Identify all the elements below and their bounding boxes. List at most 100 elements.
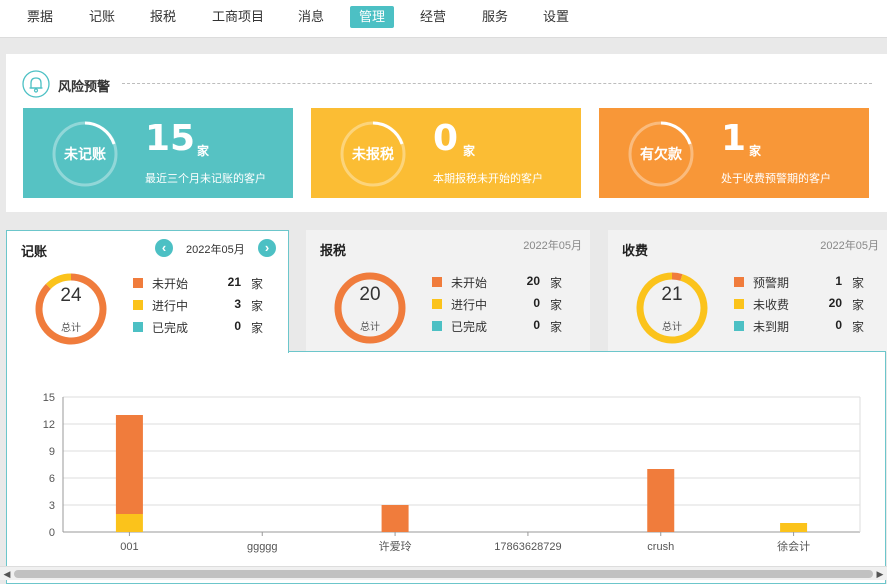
legend-row: 未到期 0 家	[734, 318, 884, 334]
legend-value: 20	[526, 274, 540, 288]
legend-swatch	[133, 300, 143, 310]
risk-warning-title: 风险预警	[58, 79, 111, 94]
legend-swatch	[432, 277, 442, 287]
x-tick-label: 001	[120, 541, 138, 553]
donut-chart	[334, 272, 406, 344]
bell-icon	[22, 70, 50, 98]
scroll-left-icon[interactable]: ◀	[0, 567, 14, 581]
y-tick-label: 12	[43, 419, 55, 431]
y-tick-label: 15	[43, 392, 55, 404]
legend-unit: 家	[852, 298, 865, 312]
donut-total: 21	[661, 284, 683, 305]
risk-warning-panel: 风险预警 未记账 15 家 最近三个月未记账的客户 未报税 0 家 本期报税未开…	[6, 54, 887, 212]
horizontal-scrollbar[interactable]: ◀ ▶	[0, 566, 887, 580]
card-ring-label: 未报税	[352, 146, 394, 162]
legend-swatch	[734, 277, 744, 287]
stat-date: 2022年05月	[523, 240, 582, 252]
legend-label: 未开始	[451, 276, 488, 290]
legend-row: 未收费 20 家	[734, 296, 884, 312]
card-unbooked[interactable]: 未记账 15 家 最近三个月未记账的客户	[23, 108, 293, 198]
legend-label: 未到期	[753, 320, 790, 334]
legend-label: 未开始	[152, 277, 189, 291]
month-label: 2022年05月	[186, 244, 245, 256]
donut-total: 24	[60, 285, 82, 306]
legend-row: 进行中 3 家	[133, 297, 283, 313]
card-ring-label: 未记账	[64, 146, 106, 162]
x-tick-label: 17863628729	[494, 541, 561, 553]
scroll-thumb[interactable]	[14, 570, 873, 578]
nav-item-messages[interactable]: 消息	[289, 6, 333, 28]
risk-warning-header: 风险预警	[22, 70, 872, 98]
month-navigator: ‹ 2022年05月 ›	[155, 239, 279, 257]
bar-chart: 0 3 6 9 12 15 001 ggggg 许爱玲 17863628729 crush 徐会计	[43, 392, 861, 553]
legend-swatch	[432, 321, 442, 331]
nav-item-bookkeeping[interactable]: 记账	[80, 6, 124, 28]
card-count: 0	[433, 118, 459, 159]
bar-segment[interactable]	[115, 415, 143, 514]
card-arrears[interactable]: 有欠款 1 家 处于收费预警期的客户	[599, 108, 869, 198]
donut-segment	[671, 272, 683, 281]
bar-segment[interactable]	[115, 514, 143, 532]
donut-total-label: 总计	[61, 323, 81, 334]
nav-item-business[interactable]: 工商项目	[203, 6, 273, 28]
card-count: 15	[145, 118, 196, 159]
nav-item-service[interactable]: 服务	[473, 6, 517, 28]
legend-value: 0	[234, 319, 241, 333]
stat-title: 记账	[21, 244, 48, 259]
stat-date: 2022年05月	[820, 240, 879, 252]
bar-segment[interactable]	[780, 523, 808, 532]
nav-item-bills[interactable]: 票据	[18, 6, 62, 28]
x-tick-label: 许爱玲	[379, 540, 412, 553]
card-unit: 家	[749, 144, 762, 158]
legend-label: 已完成	[451, 320, 488, 334]
card-description: 处于收费预警期的客户	[721, 173, 831, 185]
card-unit: 家	[197, 144, 210, 158]
donut-chart	[636, 272, 708, 344]
card-unit: 家	[463, 144, 476, 158]
bar-segment[interactable]	[647, 469, 675, 532]
legend-unit: 家	[550, 320, 563, 334]
stat-title: 收费	[622, 243, 649, 258]
next-month-button[interactable]: ›	[258, 239, 276, 257]
card-ring-label: 有欠款	[640, 146, 682, 162]
legend-value: 0	[835, 318, 842, 332]
stat-panel-tax[interactable]: 报税 2022年05月 20 总计 未开始 20 家 进行中 0 家 已完成 0…	[306, 230, 590, 352]
x-tick-label: 徐会计	[777, 539, 810, 553]
legend-unit: 家	[550, 298, 563, 312]
card-count: 1	[721, 118, 747, 159]
donut-total-label: 总计	[360, 322, 380, 333]
legend-value: 0	[533, 296, 540, 310]
stat-panel-bookkeeping[interactable]: 记账 ‹ 2022年05月 › 24 总计 未开始 21 家 进行中 3 家 已…	[6, 230, 289, 353]
legend-unit: 家	[852, 276, 865, 290]
nav-item-management[interactable]: 管理	[350, 6, 395, 28]
legend-swatch	[133, 278, 143, 288]
legend-row: 预警期 1 家	[734, 274, 884, 290]
x-tick-label: crush	[647, 541, 674, 553]
legend-value: 1	[835, 274, 842, 288]
bar-segment[interactable]	[381, 505, 409, 532]
prev-month-button[interactable]: ‹	[155, 239, 173, 257]
legend-value: 3	[234, 297, 241, 311]
card-untaxed[interactable]: 未报税 0 家 本期报税未开始的客户	[311, 108, 581, 198]
legend-unit: 家	[550, 276, 563, 290]
stat-panel-fees[interactable]: 收费 2022年05月 21 总计 预警期 1 家 未收费 20 家 未到期 0…	[608, 230, 887, 352]
legend-unit: 家	[251, 299, 264, 313]
legend-row: 已完成 0 家	[133, 319, 283, 335]
legend-swatch	[432, 299, 442, 309]
legend-swatch	[133, 322, 143, 332]
legend-row: 未开始 20 家	[432, 274, 582, 290]
legend-unit: 家	[852, 320, 865, 334]
stat-title: 报税	[320, 243, 347, 258]
legend-value: 21	[227, 275, 241, 289]
legend-value: 0	[533, 318, 540, 332]
nav-item-settings[interactable]: 设置	[534, 6, 578, 28]
donut-chart	[35, 273, 107, 345]
nav-item-operation[interactable]: 经营	[411, 6, 455, 28]
risk-divider	[122, 83, 872, 84]
nav-item-tax[interactable]: 报税	[141, 6, 185, 28]
top-nav: 票据 记账 报税 工商项目 消息 管理 经营 服务 设置	[0, 0, 887, 38]
legend-row: 已完成 0 家	[432, 318, 582, 334]
scroll-right-icon[interactable]: ▶	[873, 567, 887, 581]
legend-label: 进行中	[451, 298, 488, 312]
y-tick-label: 0	[49, 527, 55, 539]
